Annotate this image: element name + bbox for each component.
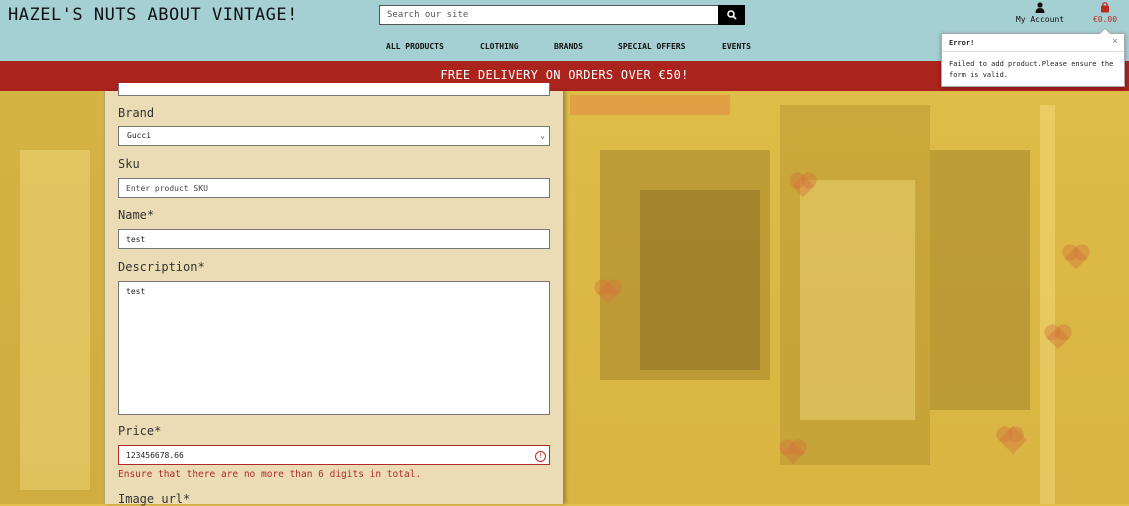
- name-label: Name*: [118, 208, 155, 222]
- sku-input[interactable]: [118, 178, 550, 198]
- search-input[interactable]: [379, 5, 719, 25]
- nav-brands[interactable]: BRANDS: [554, 42, 583, 51]
- sku-label: Sku: [118, 157, 140, 171]
- toast-divider: [942, 51, 1124, 52]
- user-icon: [1035, 2, 1045, 13]
- price-error-message: Ensure that there are no more than 6 dig…: [118, 469, 422, 480]
- nav-special-offers[interactable]: SPECIAL OFFERS: [618, 42, 685, 51]
- search-button[interactable]: [718, 5, 745, 25]
- nav-events[interactable]: EVENTS: [722, 42, 751, 51]
- description-label: Description*: [118, 260, 205, 274]
- my-account-label: My Account: [1015, 15, 1065, 24]
- bag-total: €0.00: [1092, 15, 1118, 24]
- site-logo[interactable]: HAZEL'S NUTS ABOUT VINTAGE!: [8, 5, 298, 25]
- chevron-down-icon: ⌄: [540, 131, 545, 140]
- previous-field[interactable]: [118, 83, 550, 96]
- toast-title: Error!: [949, 39, 975, 47]
- error-toast: Error! × Failed to add product.Please en…: [941, 28, 1125, 87]
- price-input[interactable]: [118, 445, 550, 465]
- search-icon: [726, 10, 737, 20]
- add-product-form: Brand Gucci ⌄ Sku Name* Description* tes…: [104, 83, 564, 506]
- price-label: Price*: [118, 424, 162, 438]
- toast-message: Failed to add product.Please ensure the …: [949, 60, 1114, 79]
- brand-label: Brand: [118, 106, 155, 120]
- my-account-link[interactable]: My Account: [1011, 2, 1069, 24]
- description-textarea[interactable]: test: [118, 281, 550, 415]
- nav-all-products[interactable]: ALL PRODUCTS: [386, 42, 444, 51]
- shopping-bag-icon: [1101, 2, 1109, 13]
- error-circle-icon: !: [535, 451, 546, 462]
- brand-select[interactable]: Gucci ⌄: [118, 126, 550, 146]
- name-input[interactable]: [118, 229, 550, 249]
- nav-clothing[interactable]: CLOTHING: [480, 42, 519, 51]
- shopping-bag-link[interactable]: €0.00: [1086, 2, 1124, 24]
- close-icon[interactable]: ×: [1112, 36, 1118, 47]
- brand-selected-value: Gucci: [127, 131, 152, 140]
